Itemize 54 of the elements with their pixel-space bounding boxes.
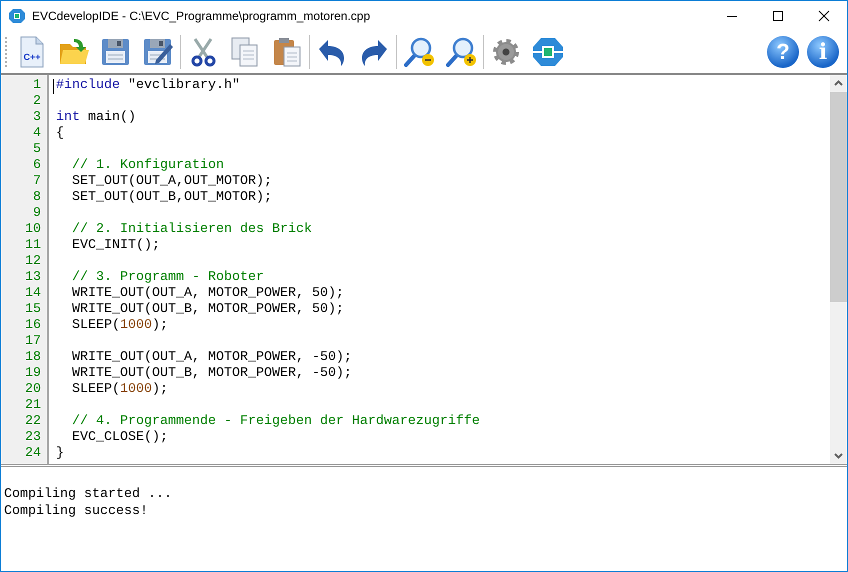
line-number: 23: [25, 430, 41, 446]
line-number: 7: [33, 174, 41, 190]
code-line: SET_OUT(OUT_B,OUT_MOTOR);: [70, 190, 272, 205]
new-file-button[interactable]: C++: [13, 33, 51, 71]
help-button[interactable]: ?: [767, 36, 799, 68]
line-number: 5: [33, 142, 41, 158]
line-number: 12: [25, 254, 41, 270]
code-line: // 4. Programmende - Freigeben der Hardwarezugriffe: [70, 414, 480, 429]
code-line: }: [56, 446, 64, 461]
line-number: 21: [25, 398, 41, 414]
line-number: 22: [25, 414, 41, 430]
line-number: 15: [25, 302, 41, 318]
line-number: 24: [25, 446, 41, 462]
line-number: 11: [25, 238, 41, 254]
code-line: WRITE_OUT(OUT_B, MOTOR_POWER, -50);: [70, 366, 352, 381]
code-line: EVC_INIT();: [70, 238, 160, 253]
output-line: Compiling started ...: [4, 486, 173, 503]
code-line: {: [56, 126, 64, 141]
output-line: Compiling success!: [4, 503, 149, 520]
code-line: WRITE_OUT(OUT_A, MOTOR_POWER, -50);: [70, 350, 352, 365]
scroll-thumb[interactable]: [830, 92, 847, 302]
line-number: 9: [33, 206, 41, 222]
code-line: // 3. Programm - Roboter: [70, 270, 264, 285]
line-number: 6: [33, 158, 41, 174]
code-line: SLEEP(1000);: [70, 318, 168, 333]
line-number: 1: [33, 78, 41, 94]
code-line: #include "evclibrary.h": [56, 78, 240, 93]
code-line: WRITE_OUT(OUT_A, MOTOR_POWER, 50);: [70, 286, 344, 301]
text-cursor: [53, 79, 54, 94]
info-button[interactable]: i: [807, 36, 839, 68]
code-line: SLEEP(1000);: [70, 382, 168, 397]
line-number: 18: [25, 350, 41, 366]
line-number: 14: [25, 286, 41, 302]
line-number: 16: [25, 318, 41, 334]
window-title: EVCdevelopIDE - C:\EVC_Programme\programm_motoren.cpp: [32, 9, 370, 23]
line-number: 3: [33, 110, 41, 126]
code-line: // 1. Konfiguration: [70, 158, 224, 173]
app-icon: [9, 8, 25, 24]
line-number: 17: [25, 334, 41, 350]
code-line: EVC_CLOSE();: [70, 430, 168, 445]
line-number: 2: [33, 94, 41, 110]
line-number: 13: [25, 270, 41, 286]
code-line: SET_OUT(OUT_A,OUT_MOTOR);: [70, 174, 272, 189]
line-number: 8: [33, 190, 41, 206]
line-number: 4: [33, 126, 41, 142]
line-number: 20: [25, 382, 41, 398]
maximize-icon: [772, 10, 784, 22]
code-line: WRITE_OUT(OUT_B, MOTOR_POWER, 50);: [70, 302, 344, 317]
code-line: int main(): [56, 110, 136, 125]
line-number: 19: [25, 366, 41, 382]
vertical-scrollbar[interactable]: [830, 75, 847, 464]
close-icon: [818, 10, 830, 22]
line-number: 10: [25, 222, 41, 238]
code-line: // 2. Initialisieren des Brick: [70, 222, 312, 237]
